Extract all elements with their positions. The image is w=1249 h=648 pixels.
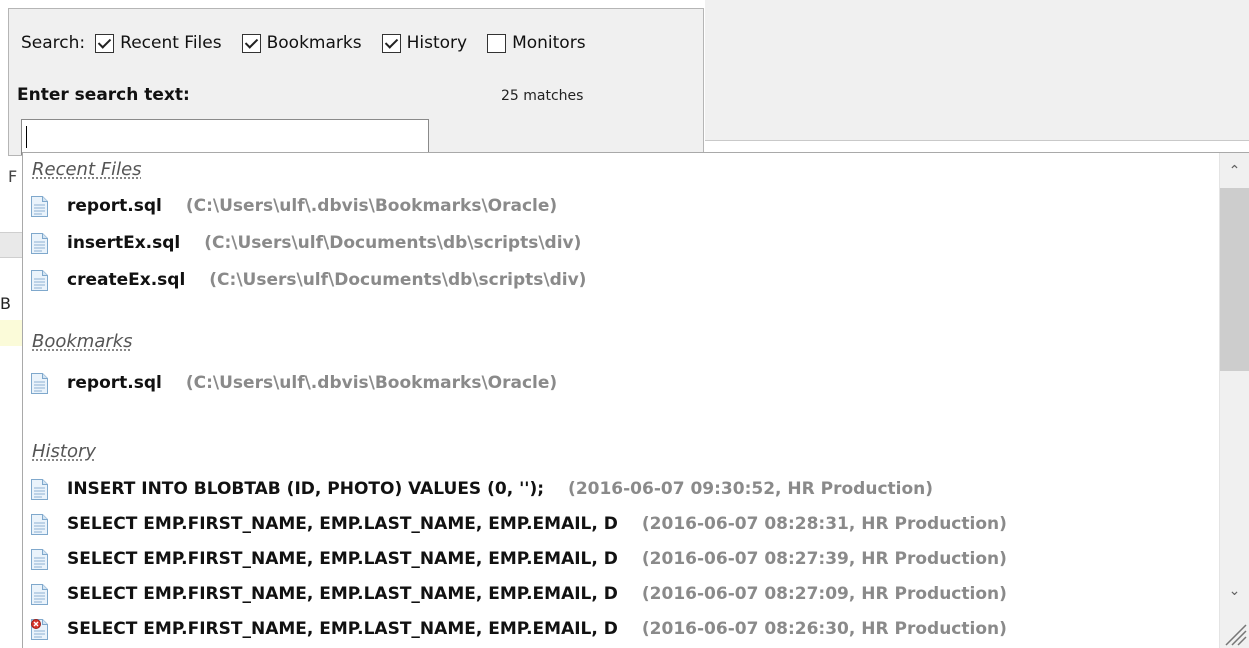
result-name: SELECT EMP.FIRST_NAME, EMP.LAST_NAME, EM… [67, 584, 618, 604]
scroll-down-icon[interactable]: ⌄ [1220, 583, 1249, 599]
document-icon [31, 372, 48, 394]
search-results-popup: Recent Files report.sql (C:\Users\ulf\.d… [22, 152, 1249, 648]
checkbox-box[interactable] [487, 33, 507, 53]
result-path: (C:\Users\ulf\.dbvis\Bookmarks\Oracle) [185, 373, 558, 393]
history-checkbox[interactable]: History [381, 33, 468, 53]
result-path: (2016-06-07 08:28:31, HR Production) [641, 514, 1007, 534]
result-item-history-0[interactable]: INSERT INTO BLOBTAB (ID, PHOTO) VALUES (… [31, 474, 933, 504]
result-item-history-4[interactable]: SELECT EMP.FIRST_NAME, EMP.LAST_NAME, EM… [31, 614, 1007, 644]
result-path: (2016-06-07 08:27:09, HR Production) [641, 584, 1007, 604]
document-icon [31, 195, 48, 217]
result-path: (2016-06-07 08:27:39, HR Production) [641, 549, 1007, 569]
checkbox-label: Recent Files [120, 33, 222, 53]
result-item-recent-2[interactable]: createEx.sql (C:\Users\ulf\Documents\db\… [31, 265, 586, 295]
search-label: Search: [21, 33, 86, 53]
result-item-recent-1[interactable]: insertEx.sql (C:\Users\ulf\Documents\db\… [31, 228, 581, 258]
result-item-history-3[interactable]: SELECT EMP.FIRST_NAME, EMP.LAST_NAME, EM… [31, 579, 1007, 609]
checkbox-box[interactable] [95, 33, 115, 53]
result-path: (C:\Users\ulf\.dbvis\Bookmarks\Oracle) [185, 196, 558, 216]
background-toolbar [705, 0, 1249, 141]
checkbox-box[interactable] [381, 33, 401, 53]
result-name: SELECT EMP.FIRST_NAME, EMP.LAST_NAME, EM… [67, 619, 618, 639]
text-caret [26, 126, 27, 148]
scrollbar-thumb[interactable] [1220, 188, 1249, 371]
vertical-scrollbar[interactable]: ⌃ ⌄ [1219, 153, 1249, 648]
result-item-recent-0[interactable]: report.sql (C:\Users\ulf\.dbvis\Bookmark… [31, 191, 557, 221]
search-input[interactable] [21, 119, 429, 155]
document-icon [31, 548, 48, 570]
search-prompt: Enter search text: [17, 85, 190, 105]
result-name: report.sql [67, 196, 162, 216]
result-item-history-2[interactable]: SELECT EMP.FIRST_NAME, EMP.LAST_NAME, EM… [31, 544, 1007, 574]
background-left-glyph: B [0, 294, 11, 313]
result-item-history-1[interactable]: SELECT EMP.FIRST_NAME, EMP.LAST_NAME, EM… [31, 509, 1007, 539]
section-bookmarks: Bookmarks [32, 331, 133, 352]
result-name: INSERT INTO BLOBTAB (ID, PHOTO) VALUES (… [67, 479, 545, 499]
result-path: (C:\Users\ulf\Documents\db\scripts\div) [209, 270, 587, 290]
background-side-label: F [8, 167, 18, 186]
document-error-icon [31, 618, 48, 640]
result-name: SELECT EMP.FIRST_NAME, EMP.LAST_NAME, EM… [67, 514, 618, 534]
search-options: Search: Recent Files Bookmarks History M… [21, 33, 606, 53]
result-path: (2016-06-07 08:26:30, HR Production) [641, 619, 1007, 639]
bookmarks-checkbox[interactable]: Bookmarks [241, 33, 362, 53]
section-recent-files: Recent Files [32, 159, 142, 180]
checkbox-label: History [406, 33, 468, 53]
document-icon [31, 583, 48, 605]
checkbox-label: Bookmarks [266, 33, 362, 53]
document-icon [31, 269, 48, 291]
result-item-bookmark-0[interactable]: report.sql (C:\Users\ulf\.dbvis\Bookmark… [31, 368, 557, 398]
document-icon [31, 232, 48, 254]
result-name: report.sql [67, 373, 162, 393]
search-panel: Search: Recent Files Bookmarks History M… [8, 8, 704, 156]
monitors-checkbox[interactable]: Monitors [487, 33, 586, 53]
result-name: SELECT EMP.FIRST_NAME, EMP.LAST_NAME, EM… [67, 549, 618, 569]
checkbox-label: Monitors [512, 33, 586, 53]
result-path: (C:\Users\ulf\Documents\db\scripts\div) [204, 233, 582, 253]
match-count: 25 matches [501, 88, 584, 104]
document-icon [31, 513, 48, 535]
resize-grip-icon[interactable] [1221, 620, 1247, 646]
section-history: History [32, 441, 97, 462]
scroll-up-icon[interactable]: ⌃ [1220, 163, 1249, 179]
document-icon [31, 478, 48, 500]
result-name: createEx.sql [67, 270, 186, 290]
result-name: insertEx.sql [67, 233, 181, 253]
result-path: (2016-06-07 09:30:52, HR Production) [568, 479, 934, 499]
recent-files-checkbox[interactable]: Recent Files [95, 33, 222, 53]
checkbox-box[interactable] [241, 33, 261, 53]
